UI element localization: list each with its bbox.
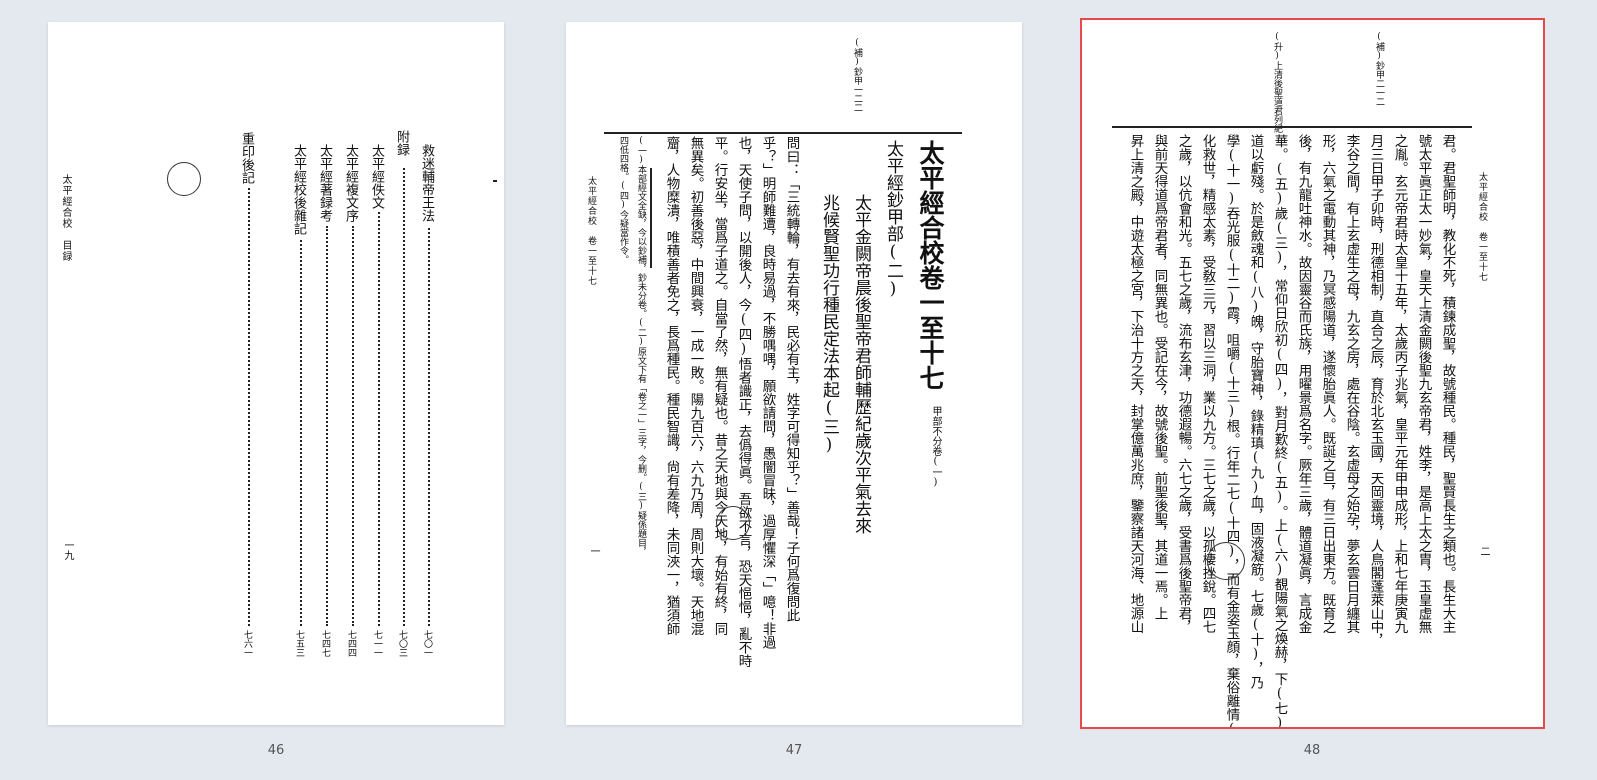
page-48-selected[interactable]: (補)鈔甲二一二 (升)上清後聖道君列紀 太平經合校 卷一至十七 二 君。君聖師… bbox=[1080, 18, 1545, 729]
toc-leader-dots bbox=[352, 226, 354, 626]
toc-entry-title[interactable]: 太平經佚文 bbox=[369, 144, 384, 209]
toc-leader-dots bbox=[428, 228, 430, 626]
body-line: 之胤。玄元帝君時太皇十五年，太歲丙子兆氣，皇平元年甲申成形，上和七年庚寅九 bbox=[1391, 134, 1408, 634]
footnote-line: (一)本部經文全缺，今以鈔補，鈔未分卷。(二)原文下有「卷之一」三字，今删。(三… bbox=[636, 136, 646, 556]
toc-entry-page: 七〇一 bbox=[422, 630, 432, 657]
toc-entry-page: 七一一 bbox=[372, 630, 382, 657]
toc-entry-page: 七四四 bbox=[346, 630, 356, 657]
page-number-label: 48 bbox=[1303, 743, 1321, 758]
body-line: 君。君聖師明，教化不死，積鍊成聖，故號種民。種民，聖賢長生之類也。長生大主 bbox=[1439, 134, 1456, 634]
body-line: 學(十一)吞光服(十二)霞，咀嚼(十三)根。行年二七(十四)，而有金姿玉顔，棄俗… bbox=[1223, 134, 1240, 727]
running-head: 太平經合校 目録 bbox=[60, 174, 71, 262]
body-line: 乎？」明師難遭，良時易過，不勝喁喁，願欲請問，愚闇冒昧，過厚懼深「」噫！非過 bbox=[759, 136, 776, 649]
body-line: 齏，人物糜潰，唯積善者免之，長爲種民。種民智識，尙有差降，未同浹一，猶須師 bbox=[663, 136, 680, 636]
toc-leader-dots bbox=[378, 212, 380, 626]
body-line: 李谷之間，有上玄虚生之母，九玄之房，處在谷陰。玄虚母之始孕，夢玄雲日月纏其 bbox=[1343, 134, 1360, 634]
toc-leader-dots bbox=[326, 226, 328, 626]
body-line: 之歲，以伉會和光。五七之歲，流布玄津，功德遐暢。六七之歲，受書爲後聖帝君， bbox=[1175, 134, 1192, 634]
body-line: 無異矣。初善後惡，中間興衰，一成一敗。陽九百六，六九乃周，周則大壞。天地混 bbox=[687, 136, 704, 636]
toc-entry-page: 七五三 bbox=[294, 630, 304, 657]
body-line: 華。(五)歲(三)，常仰日欣初(四)，對月歎終(五)。上(六)覩陽氣之煥赫，下(… bbox=[1271, 134, 1288, 727]
toc-entry-title[interactable]: 重印後記 bbox=[239, 132, 254, 184]
toc-leader-dots bbox=[403, 168, 405, 626]
toc-entry-page: 七四七 bbox=[320, 630, 330, 657]
toc-entry-page: 七〇三 bbox=[397, 630, 407, 657]
toc-leader-dots bbox=[248, 188, 250, 626]
page-number-label: 47 bbox=[785, 743, 803, 758]
title-note: 甲部不分卷(一) bbox=[930, 406, 941, 488]
body-line: 道以虧殘。於是斂魂和(八)魄，守胎寶神，錄精瑱(九)血，固液凝筋。七歲(十)，乃 bbox=[1247, 134, 1264, 689]
body-line: 月三日甲子卯時，刑德相制，直合之辰，育於北玄玉國，天岡靈境，人鳥閣蓬萊山中， bbox=[1367, 134, 1384, 647]
footnote-rule bbox=[650, 168, 652, 268]
body-line: 後，有九龍吐神水。故因靈谷而氏族，用曜景爲名字。厥年三歲，體道凝眞，言成金 bbox=[1295, 134, 1312, 634]
body-line: 形，六氣之電動其神，乃冥感陽道，遂懷胎眞人。既誕之旦，有三日出東方。既育之 bbox=[1319, 134, 1336, 634]
body-line: 昇上清之殿，中遊太極之宮，下治十方之天，封掌億萬兆庶，鑒察諸天河海、地源山 bbox=[1127, 134, 1144, 634]
header-rule bbox=[1112, 126, 1472, 128]
body-line: 與前天得道爲帝君者，同無異也。受記在今，故號後聖。前聖後聖，其道一焉。上 bbox=[1151, 134, 1168, 620]
running-head: 太平經合校 卷一至十七 bbox=[586, 176, 596, 286]
toc-entry-page: 七六一 bbox=[242, 630, 252, 657]
body-line: 也，天使子問，以開後人，今(四)悟者識正，去僞得眞。吾欲不言，恐天悒悒，亂不時 bbox=[735, 136, 752, 668]
body-line: 問曰：「三統轉輪，有去有來，民必有主，姓字可得知乎？」善哉！子何爲復問此 bbox=[783, 136, 800, 622]
footer-page-number: 一九 bbox=[62, 540, 73, 560]
footnote-line: 四低四格。(四)今疑當作令。 bbox=[618, 136, 628, 264]
toc-entry-title[interactable]: 太平經複文序 bbox=[343, 144, 358, 222]
scan-circle-mark bbox=[716, 506, 750, 540]
page-mark: 二 bbox=[1478, 546, 1489, 556]
page-47[interactable]: (補)鈔甲一二二 太平經合校卷一至十七 甲部不分卷(一) 太平經鈔甲部(二) 太… bbox=[566, 22, 1022, 725]
page-number-label: 46 bbox=[267, 743, 285, 758]
document-viewer: 太平經合校 目録 一九 救迷輔帝王法 七〇一 附録 七〇三 太平經佚文 七一一 … bbox=[0, 0, 1597, 780]
toc-entry-title[interactable]: 附録 bbox=[394, 130, 409, 156]
toc-entry-title[interactable]: 太平經著録考 bbox=[317, 144, 332, 222]
page-mark: 一 bbox=[588, 546, 599, 556]
header-rule bbox=[604, 132, 962, 134]
toc-entry-title[interactable]: 救迷輔帝王法 bbox=[419, 144, 434, 222]
section-heading: 兆候賢聖功行種民定法本起(三) bbox=[819, 194, 839, 455]
body-line: 號太平眞正太一妙氣，皇天上清金闕後聖九玄帝君，姓李，是高上太之胄，玉皇虚無 bbox=[1415, 134, 1432, 634]
document-title: 太平經合校卷一至十七 bbox=[916, 140, 945, 390]
toc-entry-title[interactable]: 太平經校後雜記 bbox=[291, 144, 306, 235]
running-head: 太平經合校 卷一至十七 bbox=[1477, 172, 1487, 282]
scan-circle-mark bbox=[1207, 542, 1245, 580]
body-line: 平。行安坐，當爲子道之。自當了然，無有疑也。昔之天地與今天地，有始有終，同 bbox=[711, 136, 728, 636]
section-heading: 太平金闕帝晨後聖帝君師輔歷紀歲次平氣去來 bbox=[851, 194, 871, 534]
side-note: (升)上清後聖道君列紀 bbox=[1272, 32, 1282, 133]
page-46[interactable]: 太平經合校 目録 一九 救迷輔帝王法 七〇一 附録 七〇三 太平經佚文 七一一 … bbox=[48, 22, 504, 725]
toc-leader-dots bbox=[300, 240, 302, 626]
subtitle: 太平經鈔甲部(二) bbox=[883, 140, 903, 299]
scan-circle-mark bbox=[167, 162, 201, 196]
side-note: (補)鈔甲一二二 bbox=[852, 38, 862, 112]
scan-speck bbox=[493, 180, 497, 182]
side-note: (補)鈔甲二一二 bbox=[1374, 32, 1384, 106]
